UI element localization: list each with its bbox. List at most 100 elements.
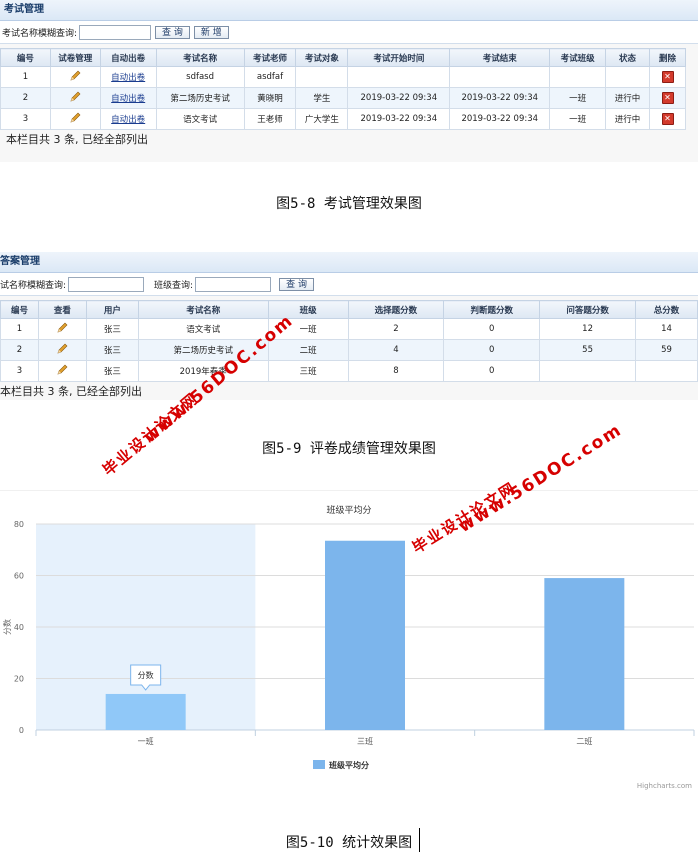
col-header-judge-score: 判断题分数 bbox=[443, 300, 541, 319]
x-tick-label: 一班 bbox=[138, 736, 154, 746]
cell-total: 59 bbox=[635, 339, 698, 361]
exam-add-button[interactable]: 新 增 bbox=[193, 25, 229, 39]
text-cursor bbox=[419, 828, 420, 852]
exam-name-search-input[interactable] bbox=[79, 24, 152, 40]
answer-query-button[interactable]: 查 询 bbox=[279, 277, 314, 291]
cell-start: 2019-03-22 09:34 bbox=[347, 108, 451, 130]
cell-status bbox=[605, 66, 650, 88]
class-average-chart: 班级平均分 0 20 40 60 80 分数 一班 三班 二班 分数 班级平均分 Highcharts… bbox=[0, 490, 698, 793]
auto-paper-link[interactable]: 自动出卷 bbox=[99, 87, 157, 109]
exam-search-label: 考试名称模糊查询: bbox=[2, 28, 78, 39]
cell-target bbox=[295, 66, 349, 88]
chart-canvas: 0 20 40 60 80 分数一班 三班 二班 分数班级平均分 Highcharts.com bbox=[2, 520, 695, 790]
cell-class bbox=[549, 66, 607, 88]
delete-icon[interactable]: ✕ bbox=[661, 92, 674, 104]
exam-panel-title: 考试管理 bbox=[0, 0, 698, 21]
cell-exam-name: sdfasd bbox=[155, 66, 245, 88]
col-header-status: 状态 bbox=[605, 48, 650, 67]
auto-paper-link[interactable]: 自动出卷 bbox=[99, 66, 157, 88]
pencil-icon[interactable] bbox=[69, 91, 81, 103]
cell-class: 二班 bbox=[267, 339, 349, 361]
col-header-choice-score: 选择题分数 bbox=[347, 300, 445, 319]
view-cell bbox=[37, 318, 87, 340]
cell-id: 2 bbox=[0, 339, 39, 361]
col-header-teacher: 考试老师 bbox=[243, 48, 297, 67]
bar bbox=[544, 578, 625, 730]
pencil-icon[interactable] bbox=[56, 364, 68, 376]
cell-judge: 0 bbox=[443, 360, 541, 382]
cell-target: 学生 bbox=[295, 87, 349, 109]
cell-class: 一班 bbox=[549, 87, 607, 109]
legend-label: 班级平均分 bbox=[329, 760, 369, 770]
pencil-icon[interactable] bbox=[56, 343, 68, 355]
cell-id: 2 bbox=[0, 87, 51, 109]
col-header-start-time: 考试开始时间 bbox=[347, 48, 451, 67]
exam-query-button[interactable]: 查 询 bbox=[155, 25, 190, 39]
answer-exam-search-input[interactable] bbox=[68, 276, 145, 292]
col-header-paper-manage: 试卷管理 bbox=[49, 48, 101, 67]
edit-paper-cell bbox=[49, 108, 101, 130]
col-header-qa-score: 问答题分数 bbox=[539, 300, 636, 319]
cell-exam-name: 语文考试 bbox=[137, 318, 269, 340]
col-header-total-score: 总分数 bbox=[635, 300, 698, 319]
y-tick-label: 20 bbox=[14, 675, 24, 684]
delete-cell: ✕ bbox=[649, 108, 686, 130]
answer-table: 编号 查看 用户 考试名称 班级 选择题分数 判断题分数 问答题分数 总分数 1… bbox=[0, 300, 698, 382]
table-row: 3 张三 2019年春季 三班 8 0 bbox=[0, 360, 698, 382]
col-header-user: 用户 bbox=[85, 300, 139, 319]
col-header-target: 考试对象 bbox=[295, 48, 349, 67]
cell-user: 张三 bbox=[85, 339, 139, 361]
col-header-class: 考试班级 bbox=[549, 48, 607, 67]
cell-exam-name: 语文考试 bbox=[155, 108, 245, 130]
answer-panel-title: 答案管理 bbox=[0, 252, 698, 273]
cell-target: 广大学生 bbox=[295, 108, 349, 130]
edit-paper-cell bbox=[49, 66, 101, 88]
cell-status: 进行中 bbox=[605, 87, 650, 109]
table-row: 1 张三 语文考试 一班 2 0 12 14 bbox=[0, 318, 698, 340]
bar bbox=[325, 540, 405, 730]
cell-choice: 8 bbox=[347, 360, 445, 382]
table-row: 1 自动出卷 sdfasd asdfaf ✕ bbox=[0, 66, 686, 88]
class-search-label: 班级查询: bbox=[154, 280, 194, 291]
pencil-icon[interactable] bbox=[69, 70, 81, 82]
y-tick-label: 40 bbox=[14, 623, 24, 632]
auto-paper-link[interactable]: 自动出卷 bbox=[99, 108, 157, 130]
view-cell bbox=[37, 360, 87, 382]
cell-teacher: 王老师 bbox=[243, 108, 297, 130]
exam-management-panel: 考试管理 考试名称模糊查询: 查 询 新 增 编号 试卷管理 自动出卷 考试名称… bbox=[0, 0, 698, 162]
cell-total: 14 bbox=[635, 318, 698, 340]
answer-management-panel: 答案管理 试名称模糊查询: 班级查询: 查 询 编号 查看 用户 考试名称 班级… bbox=[0, 252, 698, 400]
col-header-view: 查看 bbox=[37, 300, 87, 319]
cell-qa: 12 bbox=[539, 318, 636, 340]
col-header-end-time: 考试结束 bbox=[449, 48, 551, 67]
delete-icon[interactable]: ✕ bbox=[661, 71, 674, 83]
cell-user: 张三 bbox=[85, 318, 139, 340]
table-row: 2 自动出卷 第二场历史考试 黄晓明 学生 2019-03-22 09:34 2… bbox=[0, 87, 686, 109]
col-header-id: 编号 bbox=[0, 300, 39, 319]
col-header-delete: 删除 bbox=[649, 48, 686, 67]
y-tick-label: 0 bbox=[19, 726, 24, 735]
pencil-icon[interactable] bbox=[56, 322, 68, 334]
cell-total bbox=[635, 360, 698, 382]
class-search-input[interactable] bbox=[195, 276, 272, 292]
view-cell bbox=[37, 339, 87, 361]
answer-table-header-row: 编号 查看 用户 考试名称 班级 选择题分数 判断题分数 问答题分数 总分数 bbox=[0, 300, 698, 319]
cell-judge: 0 bbox=[443, 318, 541, 340]
figure-caption-5-8: 图5-8 考试管理效果图 bbox=[276, 196, 422, 212]
cell-judge: 0 bbox=[443, 339, 541, 361]
exam-search-bar: 考试名称模糊查询: 查 询 新 增 bbox=[0, 21, 698, 44]
cell-class: 一班 bbox=[549, 108, 607, 130]
cell-teacher: asdfaf bbox=[243, 66, 297, 88]
cell-exam-name: 第二场历史考试 bbox=[155, 87, 245, 109]
bar bbox=[105, 693, 186, 730]
y-tick-label: 80 bbox=[14, 520, 24, 529]
y-tick-label: 60 bbox=[14, 572, 24, 581]
cell-teacher: 黄晓明 bbox=[243, 87, 297, 109]
cell-status: 进行中 bbox=[605, 108, 650, 130]
exam-table: 编号 试卷管理 自动出卷 考试名称 考试老师 考试对象 考试开始时间 考试结束 … bbox=[0, 48, 686, 130]
delete-cell: ✕ bbox=[649, 87, 686, 109]
pencil-icon[interactable] bbox=[69, 112, 81, 124]
delete-icon[interactable]: ✕ bbox=[661, 113, 674, 125]
cell-user: 张三 bbox=[85, 360, 139, 382]
cell-choice: 4 bbox=[347, 339, 445, 361]
